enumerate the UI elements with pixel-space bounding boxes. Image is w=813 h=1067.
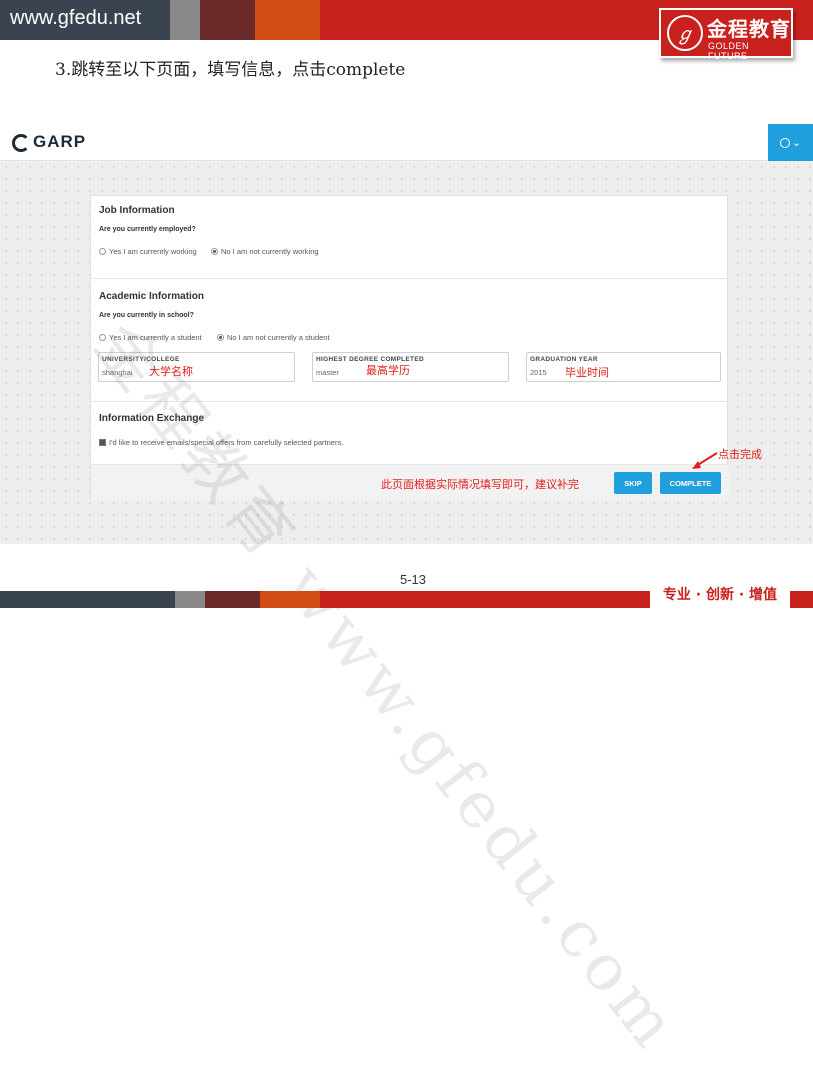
header-maroon-block: [200, 0, 255, 40]
annotation-complete: 点击完成: [718, 448, 762, 461]
graduation-year-field[interactable]: GRADUATION YEAR 2015 毕业时间: [526, 352, 721, 382]
profile-form-card: Job Information Are you currently employ…: [90, 195, 729, 501]
job-section-title: Job Information: [99, 205, 175, 216]
user-icon: [779, 137, 790, 148]
garp-logo-text[interactable]: GARP: [33, 132, 86, 152]
complete-button[interactable]: COMPLETE: [660, 472, 721, 494]
chevron-down-icon: ⌄: [791, 136, 802, 149]
annotation-university: 大学名称: [149, 365, 193, 378]
field-value[interactable]: master: [316, 368, 339, 377]
divider: [91, 278, 729, 279]
radio-checked-icon[interactable]: [217, 334, 224, 341]
skip-button[interactable]: SKIP: [614, 472, 652, 494]
footer-maroon-block: [205, 591, 260, 608]
radio-student-yes[interactable]: Yes I am currently a student: [99, 333, 202, 342]
checkbox-label: I'd like to receive emails/special offer…: [109, 438, 344, 447]
annotation-graduation: 毕业时间: [565, 366, 609, 379]
step-instruction: 3.跳转至以下页面，填写信息，点击complete: [55, 60, 406, 80]
footer-orange-block: [260, 591, 320, 608]
page-number: 5-13: [400, 572, 427, 587]
university-field[interactable]: UNIVERSITY/COLLEGE shanghai 大学名称: [98, 352, 295, 382]
garp-navbar: GARP: [0, 124, 813, 161]
garp-logo-icon: [12, 134, 30, 152]
radio-icon[interactable]: [99, 334, 106, 341]
exchange-section-title: Information Exchange: [99, 413, 205, 424]
radio-employed-no[interactable]: No I am not currently working: [211, 247, 319, 256]
arrow-icon: [692, 452, 718, 469]
partner-offers-checkbox[interactable]: I'd like to receive emails/special offer…: [99, 438, 343, 447]
radio-employed-yes[interactable]: Yes I am currently working: [99, 247, 197, 256]
field-value[interactable]: shanghai: [102, 368, 132, 377]
user-menu-button[interactable]: ⌄: [768, 124, 813, 161]
brand-seal-icon: ℊ: [667, 15, 703, 51]
radio-checked-icon[interactable]: [211, 248, 218, 255]
form-footer: 此页面根据实际情况填写即可，建议补完 SKIP COMPLETE: [91, 464, 729, 501]
annotation-degree: 最高学历: [366, 364, 410, 377]
brand-logo: ℊ 金程教育 GOLDEN FUTURE: [659, 8, 793, 61]
academic-section-title: Academic Information: [99, 291, 205, 302]
field-label: GRADUATION YEAR: [530, 356, 598, 363]
site-url: www.gfedu.net: [10, 7, 142, 29]
radio-label: Yes I am currently working: [109, 247, 197, 256]
field-value[interactable]: 2015: [530, 368, 547, 377]
degree-field[interactable]: HIGHEST DEGREE COMPLETED master 最高学历: [312, 352, 509, 382]
header-gray-block: [170, 0, 200, 40]
footer-dark-block: [0, 591, 175, 608]
radio-label: No I am not currently working: [221, 247, 319, 256]
checkbox-checked-icon[interactable]: [99, 439, 106, 446]
footer-note: 此页面根据实际情况填写即可，建议补完: [381, 478, 579, 491]
brand-name-en: GOLDEN FUTURE: [708, 41, 750, 61]
footer-gray-block: [175, 591, 205, 608]
employed-question: Are you currently employed?: [99, 226, 196, 233]
radio-student-no[interactable]: No I am not currently a student: [217, 333, 330, 342]
radio-icon[interactable]: [99, 248, 106, 255]
radio-label: No I am not currently a student: [227, 333, 330, 342]
slogan: 专业 · 创新 · 增值: [650, 583, 790, 608]
school-question: Are you currently in school?: [99, 312, 194, 319]
field-label: UNIVERSITY/COLLEGE: [102, 356, 180, 363]
divider: [91, 401, 729, 402]
radio-label: Yes I am currently a student: [109, 333, 202, 342]
brand-name-cn: 金程教育: [707, 17, 791, 41]
header-orange-block: [255, 0, 320, 40]
